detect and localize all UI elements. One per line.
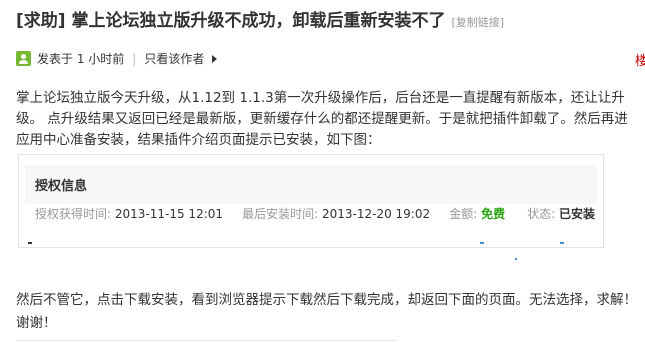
post-paragraph-2: 然后不管它，点击下载安装，看到浏览器提示下载然后下载完成，却返回下面的页面。无法…: [16, 292, 637, 331]
status-field: 状态: 已安装: [527, 205, 595, 222]
divider: [16, 340, 396, 341]
meta-divider: |: [132, 51, 137, 66]
auth-card-title: 授权信息: [25, 165, 597, 204]
status-value: 已安装: [558, 207, 595, 221]
obtained-value: 2013-11-15 12:01: [114, 207, 224, 221]
auth-details: 授权获得时间: 2013-11-15 12:01 最后安装时间: 2013-12…: [35, 205, 595, 222]
cropped-fragment: [28, 242, 32, 244]
post-meta: 发表于 1 小时前 | 只看该作者: [16, 50, 218, 67]
floor-label: 楼: [635, 54, 645, 69]
author-only-link[interactable]: 只看该作者: [144, 50, 204, 67]
status-label: 状态:: [527, 207, 556, 221]
cropped-fragment: [560, 242, 564, 244]
user-icon: [16, 51, 31, 66]
cropped-fragment: [480, 242, 484, 244]
price-value: 免费: [481, 207, 506, 221]
posted-time: 发表于 1 小时前: [37, 52, 125, 66]
post-title-row: [求助] 掌上论坛独立版升级不成功，卸载后重新安装不了 [复制链接]: [16, 6, 504, 31]
copy-link[interactable]: [复制链接]: [451, 16, 504, 29]
post-title: [求助] 掌上论坛独立版升级不成功，卸载后重新安装不了: [16, 11, 446, 31]
last-install-value: 2013-12-20 19:02: [321, 207, 431, 221]
price-label: 金额:: [449, 207, 478, 221]
last-install-label: 最后安装时间:: [242, 207, 319, 221]
obtained-label: 授权获得时间:: [35, 207, 112, 221]
auth-info-card: 授权信息 授权获得时间: 2013-11-15 12:01 最后安装时间: 20…: [18, 154, 604, 248]
caret-right-icon[interactable]: [212, 54, 218, 63]
post-paragraph-1: 掌上论坛独立版今天升级，从1.12到 1.1.3第一次升级操作后，后台还是一直提…: [16, 90, 628, 148]
cropped-fragment: [515, 258, 517, 260]
